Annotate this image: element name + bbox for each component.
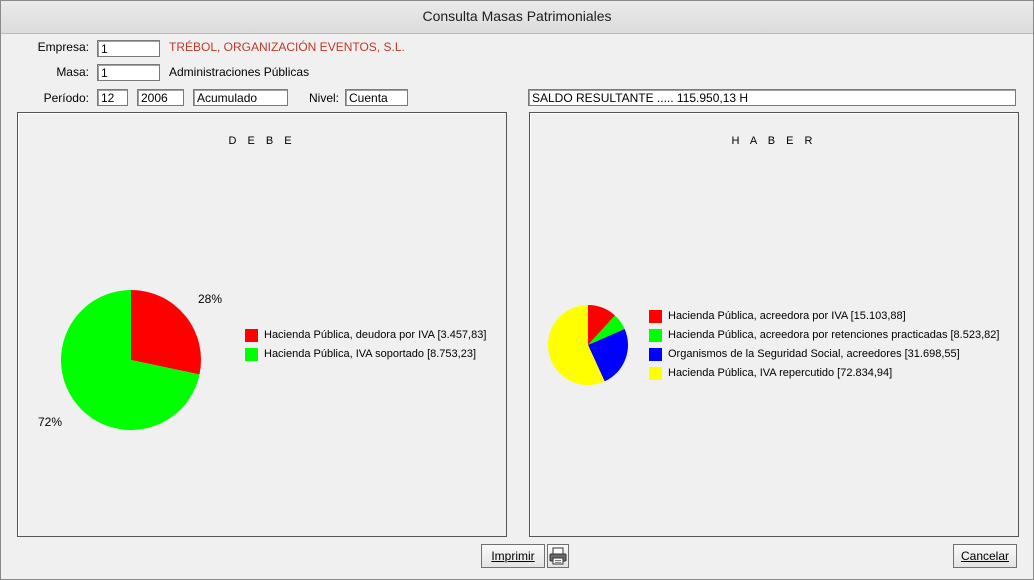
masa-input[interactable]: 1 (97, 64, 160, 81)
debe-pie-chart: 28% 72% (38, 290, 222, 430)
periodo-year-input[interactable]: 2006 (137, 89, 184, 106)
debe-slice-0 (131, 290, 201, 375)
periodo-mode-field[interactable]: Acumulado (193, 89, 288, 106)
empresa-name: TRÉBOL, ORGANIZACIÓN EVENTOS, S.L. (169, 40, 405, 54)
masa-label: Masa: (56, 65, 89, 79)
legend-swatch (649, 348, 662, 361)
legend-label: Hacienda Pública, acreedora por IVA [15.… (668, 310, 906, 322)
print-button-label: Imprimir (491, 549, 535, 563)
legend-label: Hacienda Pública, IVA repercutido [72.83… (668, 367, 893, 379)
printer-icon-button[interactable] (547, 544, 569, 568)
legend-label: Organismos de la Seguridad Social, acree… (668, 348, 960, 360)
periodo-label: Período: (43, 91, 89, 105)
legend-swatch (649, 329, 662, 342)
dialog-window: Consulta Masas Patrimoniales Empresa: 1 … (0, 0, 1034, 580)
nivel-label: Nivel: (308, 91, 339, 105)
debe-panel: D E B E 28% 72% Hacienda Pública, deudora… (17, 112, 507, 537)
empresa-label: Empresa: (37, 40, 89, 54)
legend-label: Hacienda Pública, acreedora por retencio… (668, 329, 1000, 341)
haber-panel: H A B E R Hacienda Pública, acreedora po… (529, 112, 1019, 537)
debe-percent-label: 72% (38, 415, 62, 429)
cancel-button-label: Cancelar (960, 549, 1010, 563)
window-title: Consulta Masas Patrimoniales (422, 8, 612, 24)
nivel-field[interactable]: Cuenta (345, 89, 408, 106)
empresa-input[interactable]: 1 (97, 40, 160, 57)
masa-name: Administraciones Públicas (169, 65, 310, 79)
legend-label: Hacienda Pública, IVA soportado [8.753,2… (264, 348, 476, 360)
debe-percent-label: 28% (198, 292, 222, 306)
title-bar: Consulta Masas Patrimoniales (1, 1, 1033, 34)
periodo-month-input[interactable]: 12 (97, 89, 128, 106)
legend-swatch (245, 348, 258, 361)
haber-pie-chart (548, 305, 628, 385)
legend-label: Hacienda Pública, deudora por IVA [3.457… (264, 329, 487, 341)
printer-icon (549, 547, 567, 565)
legend-swatch (245, 329, 258, 342)
print-button[interactable]: Imprimir (481, 544, 545, 568)
legend-swatch (649, 367, 662, 380)
saldo-field: SALDO RESULTANTE ..... 115.950,13 H (528, 89, 1016, 106)
legend-swatch (649, 310, 662, 323)
cancel-button[interactable]: Cancelar (953, 544, 1017, 568)
